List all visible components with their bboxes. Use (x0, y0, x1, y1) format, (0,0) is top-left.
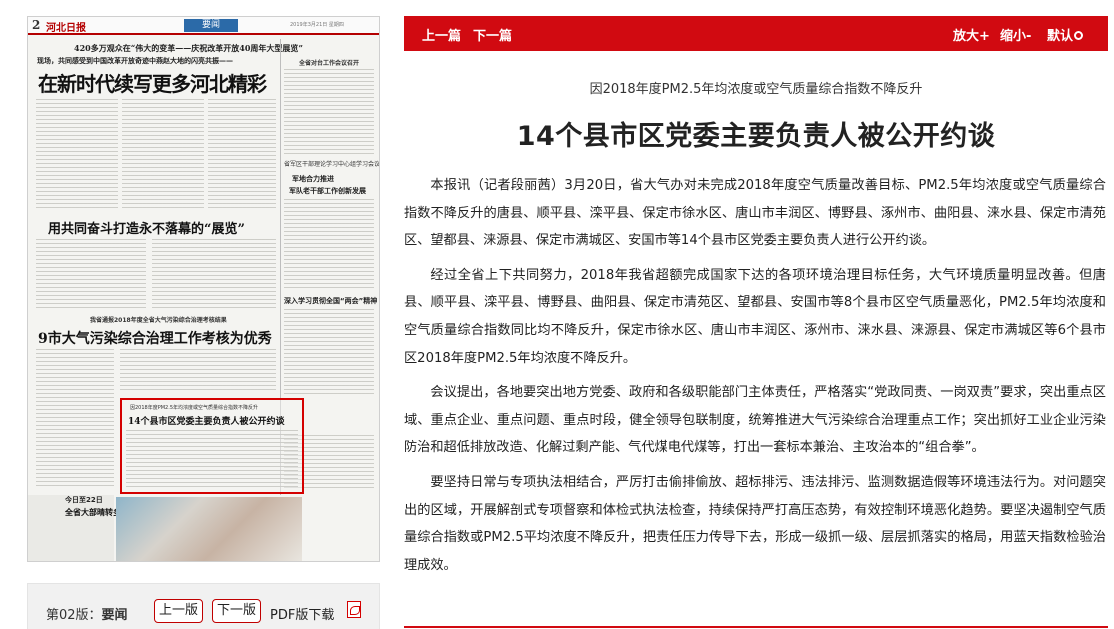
article-paragraph: 本报讯（记者段丽茜）3月20日，省大气办对未完成2018年度空气质量改善目标、P… (404, 178, 1106, 249)
article-body: 本报讯（记者段丽茜）3月20日，省大气办对未完成2018年度空气质量改善目标、P… (404, 172, 1106, 586)
newspaper-text-block (284, 309, 374, 395)
page-label: 第02版：要闻 (46, 608, 128, 623)
article-title: 14个县市区党委主要负责人被公开约谈 (516, 121, 996, 152)
newspaper-column-title[interactable]: 全省对台工作会议召开 (299, 58, 359, 67)
newspaper-side-headline[interactable]: 深入学习贯彻全国“两会”精神 (284, 296, 377, 306)
newspaper-weather-block (28, 495, 114, 561)
zoom-out-button[interactable]: 缩小- (1000, 25, 1031, 44)
newspaper-logo: 河北日报 (46, 23, 86, 34)
next-article-link[interactable]: 下一篇 (473, 25, 512, 44)
article-paragraph: 会议提出，各地要突出地方党委、政府和各级职能部门主体责任，严格落实“党政同责、一… (404, 385, 1106, 456)
newspaper-kicker: 420多万观众在“伟大的变革——庆祝改革开放40周年大型展览” (74, 43, 304, 53)
newspaper-page-number: 2 (32, 18, 41, 32)
article-kicker: 因2018年度PM2.5年均浓度或空气质量综合指数不降反升 (589, 82, 923, 97)
article-toolbar: 上一篇 下一篇 放大+ 缩小- 默认 (404, 16, 1108, 51)
highlighted-article-title: 14个县市区党委主要负责人被公开约谈 (128, 417, 285, 427)
newspaper-photo (116, 497, 302, 561)
newspaper-side-headline[interactable]: 军队老干部工作创新发展 (289, 186, 366, 196)
zoom-default-button[interactable]: 默认 (1047, 25, 1084, 44)
newspaper-text-block (36, 349, 114, 489)
newspaper-weather-kicker: 今日至22日 (65, 496, 103, 504)
next-page-button[interactable]: 下一版 (212, 599, 262, 623)
highlighted-article-kicker: 因2018年度PM2.5年均浓度或空气质量综合指数不降反升 (130, 405, 259, 411)
newspaper-page-image[interactable]: 2 河北日报 要闻 2019年3月21日 星期四 420多万观众在“伟大的变革—… (27, 16, 380, 562)
newspaper-masthead: 2 河北日报 要闻 2019年3月21日 星期四 (28, 17, 379, 35)
article-paragraph: 要坚持日常与专项执法相结合，严厉打击偷排偷放、超标排污、违法排污、监测数据造假等… (404, 474, 1106, 573)
page-navigation-bar: 第02版：要闻 上一版 下一版 PDF版下载 (27, 583, 380, 629)
newspaper-text-block (152, 239, 276, 309)
previous-article-link[interactable]: 上一篇 (422, 25, 461, 44)
newspaper-text-block (122, 99, 204, 209)
zoom-default-label: 默认 (1047, 29, 1074, 44)
newspaper-kicker: 现场，共同感受到中国改革开放奇迹中燕赵大地的闪亮共振—— (37, 57, 233, 65)
newspaper-headline[interactable]: 用共同奋斗打造永不落幕的“展览” (48, 218, 245, 237)
newspaper-side-headline[interactable]: 军地合力推进 (292, 174, 334, 184)
highlighted-article-region[interactable]: 因2018年度PM2.5年均浓度或空气质量综合指数不降反升 14个县市区党委主要… (120, 398, 304, 494)
newspaper-text-block (36, 239, 146, 309)
newspaper-headline[interactable]: 在新时代续写更多河北精彩 (38, 68, 267, 97)
circle-icon (1074, 31, 1084, 40)
article-panel: 上一篇 下一篇 放大+ 缩小- 默认 因2018年度PM2.5年均浓度或空气质量… (404, 16, 1108, 629)
newspaper-text-block (120, 349, 276, 393)
newspaper-text-block (284, 199, 374, 289)
newspaper-text-block (36, 99, 118, 209)
newspaper-section-label: 要闻 (184, 19, 238, 32)
article-paragraph: 经过全省上下共同努力，2018年我省超额完成国家下达的各项环境治理目标任务，大气… (404, 267, 1106, 366)
article-bottom-divider (404, 626, 1108, 628)
pdf-download-link[interactable]: PDF版下载 (270, 604, 334, 623)
newspaper-side-kicker: 省军区干部理论学习中心组学习会议 (284, 161, 380, 168)
previous-page-button[interactable]: 上一版 (154, 599, 204, 623)
left-panel: 2 河北日报 要闻 2019年3月21日 星期四 420多万观众在“伟大的变革—… (0, 0, 390, 629)
newspaper-text-block (126, 430, 298, 490)
newspaper-kicker: 我省通报2018年度全省大气污染综合治理考核结果 (90, 317, 227, 324)
pdf-icon[interactable] (347, 601, 361, 618)
newspaper-date-line: 2019年3月21日 星期四 (290, 22, 344, 28)
newspaper-headline[interactable]: 9市大气污染综合治理工作考核为优秀 (38, 328, 272, 348)
newspaper-text-block (284, 69, 374, 155)
zoom-in-button[interactable]: 放大+ (953, 25, 990, 44)
newspaper-text-block (208, 99, 276, 209)
